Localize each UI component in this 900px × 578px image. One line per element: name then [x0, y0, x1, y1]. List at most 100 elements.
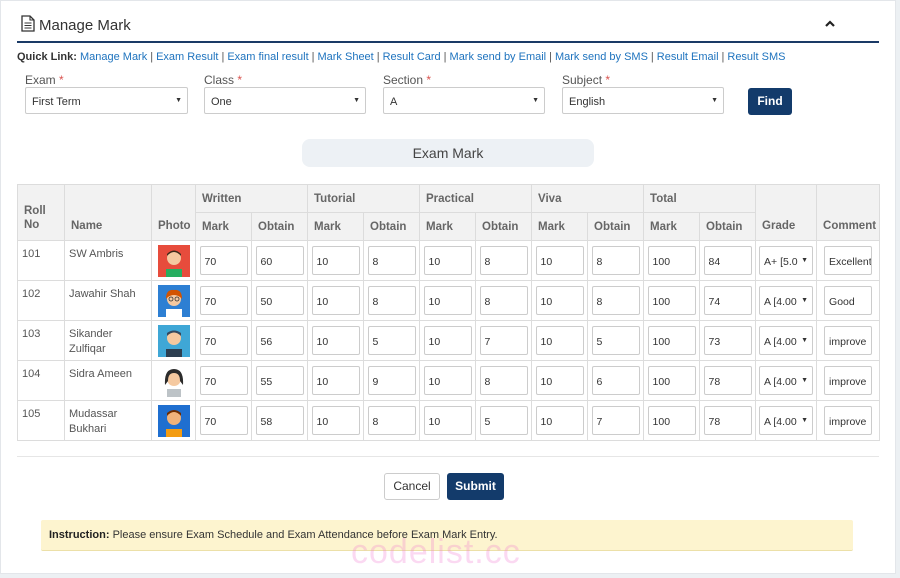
- tutorial-mark-cell: 10: [307, 360, 364, 401]
- quick-link-exam-result[interactable]: Exam Result: [156, 51, 218, 63]
- practical-mark-input[interactable]: 10: [423, 246, 472, 275]
- header-tutorial-obtain: Obtain: [363, 212, 420, 241]
- tutorial-mark-input[interactable]: 10: [311, 286, 360, 315]
- quick-link-mark-send-email[interactable]: Mark send by Email: [450, 51, 547, 63]
- class-select[interactable]: One ▼: [204, 87, 366, 114]
- written-mark-cell: 70: [195, 240, 252, 281]
- practical-mark-input[interactable]: 10: [423, 286, 472, 315]
- viva-mark-input[interactable]: 10: [535, 246, 584, 275]
- quick-link-result-card[interactable]: Result Card: [383, 51, 441, 63]
- quick-link-mark-sheet[interactable]: Mark Sheet: [317, 51, 373, 63]
- exam-label: Exam *: [25, 73, 64, 87]
- quick-link-exam-final-result[interactable]: Exam final result: [227, 51, 308, 63]
- quick-link-result-email[interactable]: Result Email: [657, 51, 719, 63]
- practical-obtain-input[interactable]: 7: [479, 326, 528, 355]
- tutorial-mark-input[interactable]: 10: [311, 406, 360, 435]
- written-mark-input[interactable]: 70: [199, 326, 248, 355]
- total-obtain-input[interactable]: 78: [703, 406, 752, 435]
- tutorial-obtain-input[interactable]: 8: [367, 406, 416, 435]
- written-obtain-input[interactable]: 50: [255, 286, 304, 315]
- section-label: Section *: [383, 73, 431, 87]
- viva-obtain-input[interactable]: 6: [591, 366, 640, 395]
- viva-mark-input[interactable]: 10: [535, 366, 584, 395]
- tutorial-obtain-cell: 5: [363, 320, 420, 361]
- table-row: 105 Mudassar Bukhari 70 58 10 8 10 5 10 7 100 78 A […: [17, 400, 881, 441]
- practical-mark-input[interactable]: 10: [423, 326, 472, 355]
- quick-link-manage-mark[interactable]: Manage Mark: [80, 51, 147, 63]
- roll-cell: 102: [17, 280, 65, 321]
- tutorial-obtain-input[interactable]: 8: [367, 246, 416, 275]
- viva-obtain-input[interactable]: 8: [591, 286, 640, 315]
- header-practical-obtain: Obtain: [474, 212, 533, 241]
- total-obtain-input[interactable]: 84: [703, 246, 752, 275]
- practical-mark-cell: 10: [419, 240, 476, 281]
- total-mark-cell: 100: [643, 400, 701, 441]
- practical-obtain-input[interactable]: 8: [479, 286, 528, 315]
- written-mark-input[interactable]: 70: [199, 286, 248, 315]
- header-written-obtain: Obtain: [251, 212, 308, 241]
- cancel-button[interactable]: Cancel: [384, 473, 440, 500]
- comment-cell: improve: [816, 320, 881, 361]
- written-obtain-input[interactable]: 58: [255, 406, 304, 435]
- comment-cell: Good: [816, 280, 881, 321]
- tutorial-mark-input[interactable]: 10: [311, 326, 360, 355]
- practical-mark-input[interactable]: 10: [423, 366, 472, 395]
- practical-obtain-input[interactable]: 8: [479, 246, 528, 275]
- viva-obtain-input[interactable]: 5: [591, 326, 640, 355]
- tutorial-obtain-input[interactable]: 5: [367, 326, 416, 355]
- grade-value: A+ [5.0: [764, 256, 798, 268]
- total-mark-input[interactable]: 100: [647, 406, 696, 435]
- tutorial-obtain-input[interactable]: 9: [367, 366, 416, 395]
- comment-input[interactable]: improve: [824, 326, 873, 355]
- grade-select[interactable]: A [4.00 ▼: [759, 326, 814, 355]
- written-mark-input[interactable]: 70: [199, 406, 248, 435]
- viva-mark-input[interactable]: 10: [535, 286, 584, 315]
- viva-mark-input[interactable]: 10: [535, 406, 584, 435]
- practical-obtain-input[interactable]: 8: [479, 366, 528, 395]
- total-obtain-input[interactable]: 74: [703, 286, 752, 315]
- grade-select[interactable]: A [4.00 ▼: [759, 286, 814, 315]
- tutorial-mark-input[interactable]: 10: [311, 246, 360, 275]
- practical-mark-input[interactable]: 10: [423, 406, 472, 435]
- grade-select[interactable]: A+ [5.0 ▼: [759, 246, 814, 275]
- total-mark-cell: 100: [643, 280, 701, 321]
- grade-select[interactable]: A [4.00 ▼: [759, 366, 814, 395]
- total-mark-cell: 100: [643, 320, 701, 361]
- subject-select[interactable]: English ▼: [562, 87, 724, 114]
- total-obtain-cell: 73: [699, 320, 757, 361]
- submit-button[interactable]: Submit: [447, 473, 504, 500]
- written-obtain-input[interactable]: 56: [255, 326, 304, 355]
- quick-link-mark-send-sms[interactable]: Mark send by SMS: [555, 51, 648, 63]
- grade-cell: A [4.00 ▼: [755, 320, 818, 361]
- comment-input[interactable]: Good: [824, 286, 873, 315]
- find-button[interactable]: Find: [748, 88, 792, 115]
- total-obtain-input[interactable]: 73: [703, 326, 752, 355]
- written-obtain-input[interactable]: 55: [255, 366, 304, 395]
- viva-obtain-input[interactable]: 7: [591, 406, 640, 435]
- comment-input[interactable]: improve: [824, 406, 873, 435]
- total-mark-input[interactable]: 100: [647, 326, 696, 355]
- viva-obtain-input[interactable]: 8: [591, 246, 640, 275]
- exam-select[interactable]: First Term ▼: [25, 87, 188, 114]
- practical-obtain-input[interactable]: 5: [479, 406, 528, 435]
- section-select[interactable]: A ▼: [383, 87, 545, 114]
- written-mark-input[interactable]: 70: [199, 366, 248, 395]
- comment-input[interactable]: improve: [824, 366, 873, 395]
- tutorial-obtain-input[interactable]: 8: [367, 286, 416, 315]
- tutorial-mark-input[interactable]: 10: [311, 366, 360, 395]
- written-obtain-input[interactable]: 60: [255, 246, 304, 275]
- viva-mark-input[interactable]: 10: [535, 326, 584, 355]
- chevron-up-icon[interactable]: [823, 17, 837, 31]
- watermark: codelist.cc: [351, 533, 521, 571]
- quick-link-result-sms[interactable]: Result SMS: [727, 51, 785, 63]
- grade-select[interactable]: A [4.00 ▼: [759, 406, 814, 435]
- comment-input[interactable]: Excellent: [824, 246, 873, 275]
- viva-obtain-cell: 8: [587, 240, 645, 281]
- total-mark-input[interactable]: 100: [647, 246, 696, 275]
- total-obtain-input[interactable]: 78: [703, 366, 752, 395]
- total-mark-input[interactable]: 100: [647, 286, 696, 315]
- total-mark-input[interactable]: 100: [647, 366, 696, 395]
- class-label: Class *: [204, 73, 242, 87]
- written-mark-input[interactable]: 70: [199, 246, 248, 275]
- section-title: Exam Mark: [302, 139, 594, 167]
